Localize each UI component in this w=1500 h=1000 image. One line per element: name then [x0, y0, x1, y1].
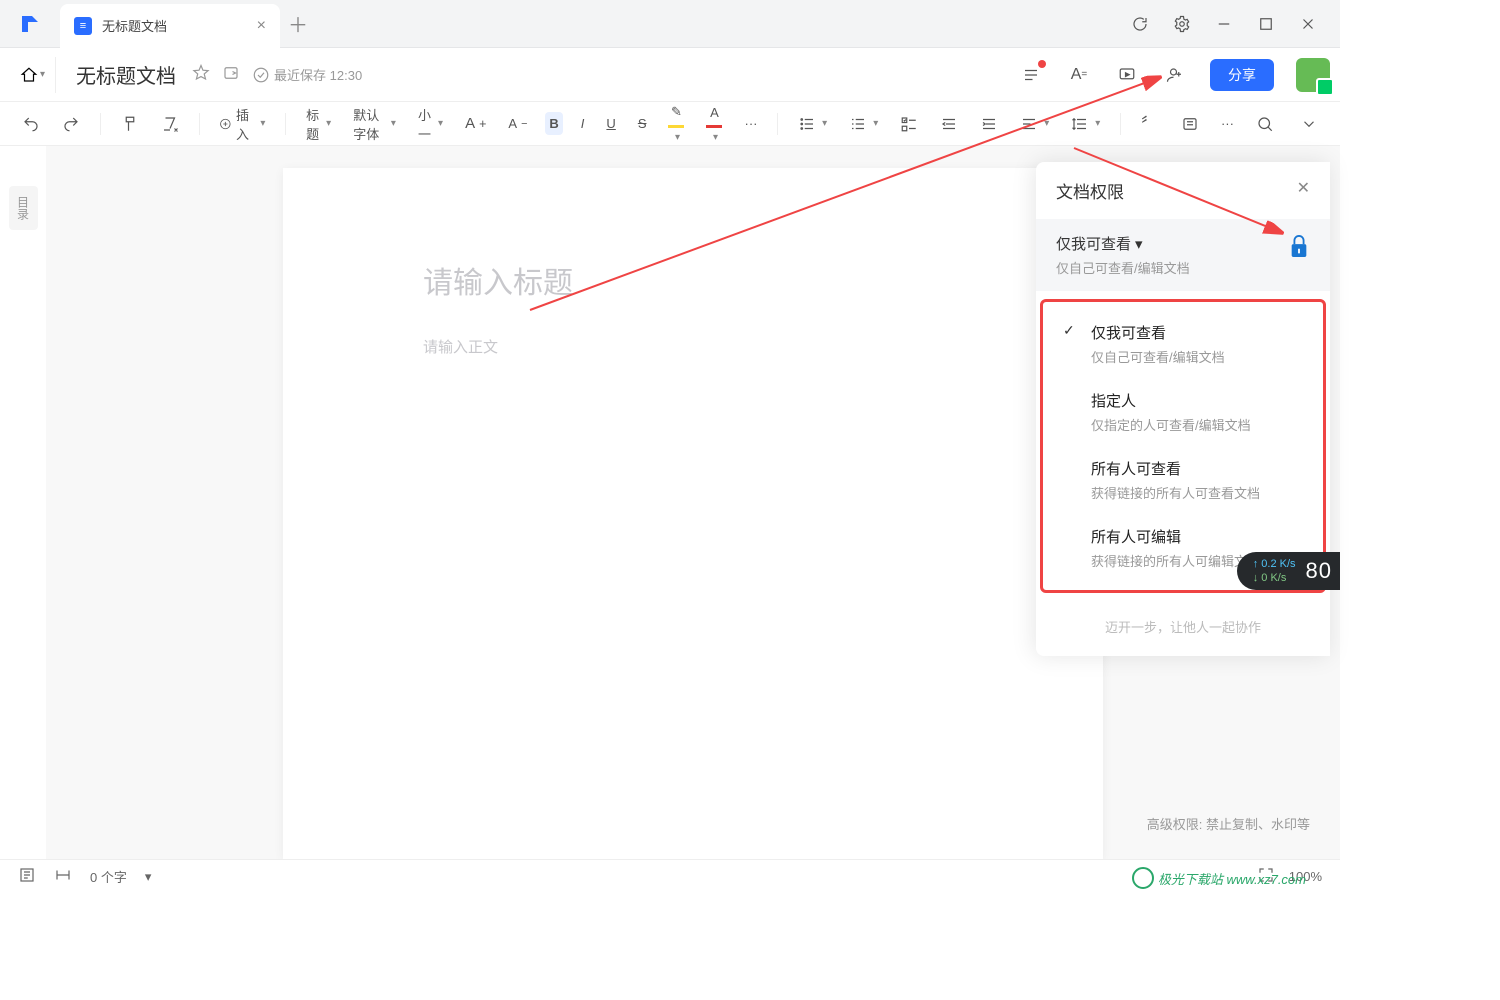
settings-icon[interactable]: [1170, 12, 1194, 36]
collapse-button[interactable]: [1296, 111, 1322, 137]
user-avatar[interactable]: [1296, 58, 1330, 92]
more-button[interactable]: ···: [1217, 112, 1238, 135]
advanced-permissions-link[interactable]: 高级权限: 禁止复制、水印等: [1147, 814, 1310, 833]
page-width-icon[interactable]: [54, 866, 72, 887]
document-tab[interactable]: ≡ 无标题文档 ×: [60, 4, 280, 48]
network-speed-widget: ↑ 0.2 K/s ↓ 0 K/s 80: [1237, 552, 1340, 590]
app-logo[interactable]: [0, 12, 60, 36]
highlight-button[interactable]: ✎▾: [664, 100, 688, 147]
italic-button[interactable]: I: [577, 112, 589, 135]
permission-option-anyone-view[interactable]: 所有人可查看获得链接的所有人可查看文档: [1043, 446, 1323, 514]
close-window-icon[interactable]: [1296, 12, 1320, 36]
format-painter-button[interactable]: [117, 111, 143, 137]
checklist-button[interactable]: [896, 111, 922, 137]
outline-view-icon[interactable]: [18, 866, 36, 887]
decrease-font-button[interactable]: A−: [504, 112, 531, 135]
text-format-icon[interactable]: A=: [1066, 62, 1092, 88]
bold-button[interactable]: B: [545, 112, 562, 135]
permission-option-only-me[interactable]: ✓ 仅我可查看仅自己可查看/编辑文档: [1043, 310, 1323, 378]
panel-footer: 迈开一步，让他人一起协作: [1036, 617, 1330, 636]
document-page[interactable]: 请输入标题 请输入正文: [283, 168, 1103, 859]
minimize-icon[interactable]: [1212, 12, 1236, 36]
outline-icon[interactable]: [1018, 62, 1044, 88]
download-speed: ↓ 0 K/s: [1253, 572, 1296, 584]
home-button[interactable]: ▾: [10, 57, 56, 93]
star-icon[interactable]: [192, 64, 210, 85]
table-of-contents-button[interactable]: 目录: [9, 186, 38, 230]
indent-button[interactable]: [976, 111, 1002, 137]
presentation-icon[interactable]: [1114, 62, 1140, 88]
window-controls: [1128, 12, 1340, 36]
tab-title: 无标题文档: [102, 16, 247, 35]
refresh-icon[interactable]: [1128, 12, 1152, 36]
document-header: ▾ 无标题文档 最近保存 12:30 A= 分享: [0, 48, 1340, 102]
document-meta: 最近保存 12:30: [192, 64, 362, 85]
increase-font-button[interactable]: A+: [461, 111, 490, 136]
redo-button[interactable]: [58, 111, 84, 137]
permission-options: ✓ 仅我可查看仅自己可查看/编辑文档 指定人仅指定的人可查看/编辑文档 所有人可…: [1040, 299, 1326, 593]
insert-button[interactable]: 插入▾: [215, 101, 269, 147]
site-watermark: 极光下载站 www.xz7.com: [1132, 867, 1306, 889]
lock-icon: [1288, 233, 1310, 264]
font-family-select[interactable]: 默认字体▾: [349, 101, 400, 147]
upload-speed: ↑ 0.2 K/s: [1253, 558, 1296, 570]
add-collaborator-icon[interactable]: [1162, 62, 1188, 88]
chevron-down-icon[interactable]: ▾: [145, 869, 152, 885]
text-color-button[interactable]: A▾: [702, 101, 726, 147]
heading-select[interactable]: 标题▾: [302, 101, 335, 147]
align-button[interactable]: ▾: [1016, 111, 1053, 137]
titlebar: ≡ 无标题文档 × ＋: [0, 0, 1340, 48]
document-title[interactable]: 无标题文档: [76, 60, 176, 89]
move-icon[interactable]: [222, 64, 240, 85]
close-icon[interactable]: ×: [257, 17, 266, 35]
share-button[interactable]: 分享: [1210, 59, 1274, 91]
word-count: 0 个字: [90, 867, 127, 886]
undo-button[interactable]: [18, 111, 44, 137]
maximize-icon[interactable]: [1254, 12, 1278, 36]
quote-button[interactable]: 〞: [1137, 107, 1163, 141]
body-placeholder[interactable]: 请输入正文: [423, 336, 963, 357]
clear-format-button[interactable]: [157, 111, 183, 137]
panel-title: 文档权限: [1056, 178, 1124, 203]
speed-percent: 80: [1306, 558, 1332, 584]
formatting-toolbar: 插入▾ 标题▾ 默认字体▾ 小一▾ A+ A− B I U S ✎▾ A▾ ··…: [0, 102, 1340, 146]
strike-button[interactable]: S: [634, 112, 651, 135]
outdent-button[interactable]: [936, 111, 962, 137]
bullet-list-button[interactable]: ▾: [794, 111, 831, 137]
chevron-down-icon: ▾: [1135, 235, 1143, 253]
saved-indicator: 最近保存 12:30: [252, 65, 362, 84]
highlight-block-button[interactable]: [1177, 111, 1203, 137]
search-button[interactable]: [1252, 111, 1278, 137]
font-size-select[interactable]: 小一▾: [414, 101, 447, 147]
more-text-button[interactable]: ···: [740, 112, 761, 135]
left-sidebar: 目录: [0, 146, 46, 859]
current-permission[interactable]: 仅我可查看▾ 仅自己可查看/编辑文档: [1036, 219, 1330, 291]
line-height-button[interactable]: ▾: [1067, 111, 1104, 137]
permission-option-specific[interactable]: 指定人仅指定的人可查看/编辑文档: [1043, 378, 1323, 446]
panel-close-icon[interactable]: ✕: [1297, 178, 1310, 203]
ordered-list-button[interactable]: ▾: [845, 111, 882, 137]
new-tab-button[interactable]: ＋: [280, 9, 316, 38]
check-icon: ✓: [1063, 322, 1081, 366]
title-placeholder[interactable]: 请输入标题: [423, 258, 963, 302]
underline-button[interactable]: U: [602, 112, 619, 135]
doc-icon: ≡: [74, 17, 92, 35]
